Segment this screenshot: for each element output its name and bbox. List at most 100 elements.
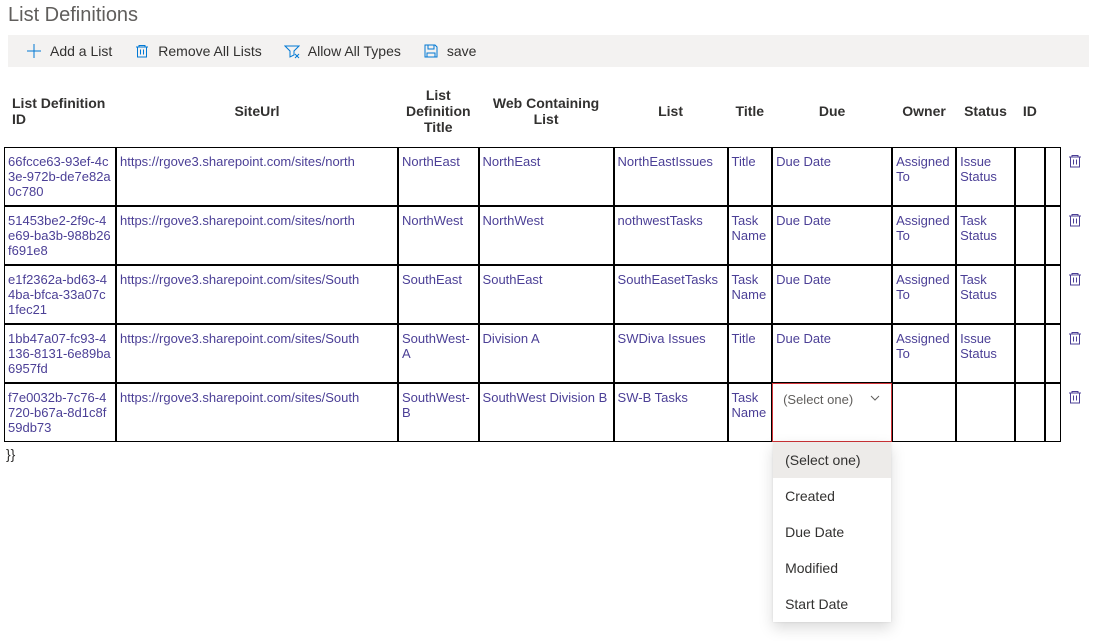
chevron-down-icon bbox=[869, 392, 881, 407]
delete-row-icon[interactable] bbox=[1067, 393, 1083, 408]
cell-due[interactable]: Due Date bbox=[772, 206, 892, 265]
cell-owner[interactable] bbox=[892, 383, 956, 442]
dropdown-option[interactable]: Start Date bbox=[773, 586, 891, 622]
cell-due[interactable]: Due Date bbox=[772, 324, 892, 383]
cell-id[interactable]: 51453be2-2f9c-4e69-ba3b-988b26f691e8 bbox=[4, 206, 116, 265]
add-list-label: Add a List bbox=[50, 43, 112, 59]
cell-iid[interactable] bbox=[1015, 383, 1045, 442]
cell-id[interactable]: 1bb47a07-fc93-4136-8131-6e89ba6957fd bbox=[4, 324, 116, 383]
dropdown-option[interactable]: (Select one) bbox=[773, 442, 891, 478]
col-due[interactable]: Due bbox=[772, 79, 892, 147]
cell-web[interactable]: NorthEast bbox=[479, 147, 614, 206]
dropdown-option[interactable]: Modified bbox=[773, 550, 891, 586]
cell-title[interactable]: Title bbox=[728, 147, 773, 206]
due-dropdown-selected: (Select one) bbox=[783, 392, 853, 407]
cell-due[interactable]: Due Date bbox=[772, 147, 892, 206]
col-owner[interactable]: Owner bbox=[892, 79, 956, 147]
dropdown-option[interactable]: Created bbox=[773, 478, 891, 514]
cell-siteurl[interactable]: https://rgove3.sharepoint.com/sites/nort… bbox=[116, 206, 398, 265]
cell-iid[interactable] bbox=[1015, 324, 1045, 383]
cell-web[interactable]: SouthEast bbox=[479, 265, 614, 324]
cell-list[interactable]: NorthEastIssues bbox=[614, 147, 728, 206]
cell-deftitle[interactable]: SouthWest-A bbox=[398, 324, 479, 383]
cell-status[interactable] bbox=[956, 383, 1015, 442]
cell-status[interactable]: Task Status bbox=[956, 206, 1015, 265]
delete-row-icon[interactable] bbox=[1067, 216, 1083, 231]
cell-owner[interactable]: Assigned To bbox=[892, 324, 956, 383]
cell-owner[interactable]: Assigned To bbox=[892, 147, 956, 206]
cell-list[interactable]: SouthEasetTasks bbox=[614, 265, 728, 324]
cell-iid[interactable] bbox=[1015, 206, 1045, 265]
plus-icon bbox=[26, 43, 42, 59]
cell-iid[interactable] bbox=[1015, 147, 1045, 206]
due-dropdown-menu: (Select one) Created Due Date Modified S… bbox=[773, 442, 891, 622]
add-list-button[interactable]: Add a List bbox=[26, 43, 112, 59]
col-deftitle[interactable]: List Definition Title bbox=[398, 79, 479, 147]
cell-web[interactable]: SouthWest Division B bbox=[479, 383, 614, 442]
cell-status[interactable]: Task Status bbox=[956, 265, 1015, 324]
remove-all-label: Remove All Lists bbox=[158, 43, 261, 59]
cell-title[interactable]: Task Name bbox=[728, 206, 773, 265]
cell-list[interactable]: nothwestTasks bbox=[614, 206, 728, 265]
table-row[interactable]: 66fcce63-93ef-4c3e-972b-de7e82a0c780 htt… bbox=[4, 147, 1089, 206]
cell-id[interactable]: f7e0032b-7c76-4720-b67a-8d1c8f59db73 bbox=[4, 383, 116, 442]
cell-siteurl[interactable]: https://rgove3.sharepoint.com/sites/Sout… bbox=[116, 383, 398, 442]
col-iid[interactable]: ID bbox=[1015, 79, 1045, 147]
col-webcontaining[interactable]: Web Containing List bbox=[479, 79, 614, 147]
col-siteurl[interactable]: SiteUrl bbox=[116, 79, 398, 147]
cell-deftitle[interactable]: SouthEast bbox=[398, 265, 479, 324]
cell-list[interactable]: SWDiva Issues bbox=[614, 324, 728, 383]
cell-deftitle[interactable]: NorthEast bbox=[398, 147, 479, 206]
table-row[interactable]: f7e0032b-7c76-4720-b67a-8d1c8f59db73 htt… bbox=[4, 383, 1089, 442]
page-title: List Definitions bbox=[0, 0, 1097, 35]
cell-owner[interactable]: Assigned To bbox=[892, 206, 956, 265]
cell-web[interactable]: Division A bbox=[479, 324, 614, 383]
cell-owner[interactable]: Assigned To bbox=[892, 265, 956, 324]
save-icon bbox=[423, 43, 439, 59]
save-button[interactable]: save bbox=[423, 43, 477, 59]
cell-web[interactable]: NorthWest bbox=[479, 206, 614, 265]
cell-extra[interactable] bbox=[1045, 324, 1061, 383]
cell-extra[interactable] bbox=[1045, 265, 1061, 324]
cell-due-dropdown[interactable]: (Select one) (Select one) Created Due Da… bbox=[772, 383, 892, 442]
filter-clear-icon bbox=[284, 43, 300, 59]
table-row[interactable]: 51453be2-2f9c-4e69-ba3b-988b26f691e8 htt… bbox=[4, 206, 1089, 265]
cell-siteurl[interactable]: https://rgove3.sharepoint.com/sites/Sout… bbox=[116, 265, 398, 324]
cell-iid[interactable] bbox=[1015, 265, 1045, 324]
cell-title[interactable]: Task Name bbox=[728, 383, 773, 442]
col-list[interactable]: List bbox=[614, 79, 728, 147]
trash-icon bbox=[134, 43, 150, 59]
allow-all-label: Allow All Types bbox=[308, 43, 401, 59]
cell-status[interactable]: Issue Status bbox=[956, 324, 1015, 383]
cell-status[interactable]: Issue Status bbox=[956, 147, 1015, 206]
table-row[interactable]: 1bb47a07-fc93-4136-8131-6e89ba6957fd htt… bbox=[4, 324, 1089, 383]
save-label: save bbox=[447, 43, 477, 59]
debug-text: }} bbox=[0, 442, 1097, 466]
delete-row-icon[interactable] bbox=[1067, 334, 1083, 349]
cell-due[interactable]: Due Date bbox=[772, 265, 892, 324]
col-id[interactable]: List Definition ID bbox=[4, 79, 116, 147]
col-status[interactable]: Status bbox=[956, 79, 1015, 147]
cell-siteurl[interactable]: https://rgove3.sharepoint.com/sites/Sout… bbox=[116, 324, 398, 383]
cell-title[interactable]: Title bbox=[728, 324, 773, 383]
table-row[interactable]: e1f2362a-bd63-44ba-bfca-33a07c1fec21 htt… bbox=[4, 265, 1089, 324]
cell-deftitle[interactable]: NorthWest bbox=[398, 206, 479, 265]
toolbar: Add a List Remove All Lists Allow All Ty… bbox=[8, 35, 1089, 67]
cell-siteurl[interactable]: https://rgove3.sharepoint.com/sites/nort… bbox=[116, 147, 398, 206]
cell-deftitle[interactable]: SouthWest-B bbox=[398, 383, 479, 442]
delete-row-icon[interactable] bbox=[1067, 157, 1083, 172]
due-dropdown-trigger[interactable]: (Select one) bbox=[775, 386, 889, 413]
dropdown-option[interactable]: Due Date bbox=[773, 514, 891, 550]
cell-id[interactable]: e1f2362a-bd63-44ba-bfca-33a07c1fec21 bbox=[4, 265, 116, 324]
cell-id[interactable]: 66fcce63-93ef-4c3e-972b-de7e82a0c780 bbox=[4, 147, 116, 206]
col-title[interactable]: Title bbox=[728, 79, 773, 147]
cell-list[interactable]: SW-B Tasks bbox=[614, 383, 728, 442]
list-definitions-table: List Definition ID SiteUrl List Definiti… bbox=[4, 79, 1089, 442]
cell-title[interactable]: Task Name bbox=[728, 265, 773, 324]
delete-row-icon[interactable] bbox=[1067, 275, 1083, 290]
cell-extra[interactable] bbox=[1045, 383, 1061, 442]
allow-all-button[interactable]: Allow All Types bbox=[284, 43, 401, 59]
cell-extra[interactable] bbox=[1045, 206, 1061, 265]
cell-extra[interactable] bbox=[1045, 147, 1061, 206]
remove-all-button[interactable]: Remove All Lists bbox=[134, 43, 261, 59]
